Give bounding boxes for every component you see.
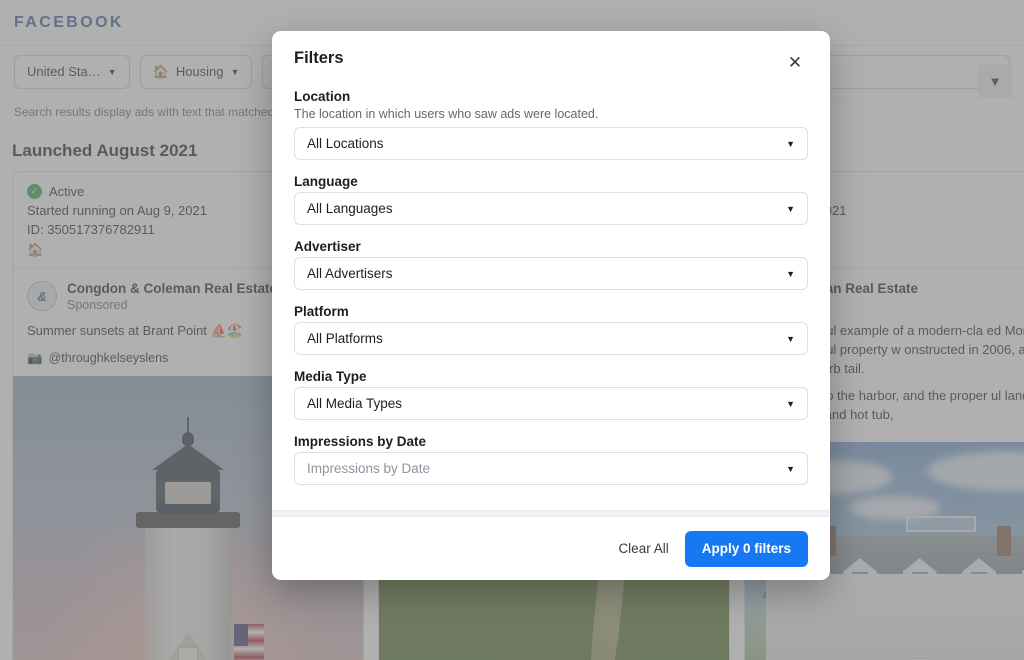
modal-body: Location The location in which users who…: [272, 79, 830, 510]
chevron-down-icon: ▼: [786, 464, 795, 474]
chevron-down-icon: ▼: [108, 67, 117, 77]
modal-footer: Clear All Apply 0 filters: [272, 517, 830, 580]
clear-all-button[interactable]: Clear All: [618, 541, 668, 556]
country-filter-chip[interactable]: United Sta… ▼: [14, 55, 130, 89]
apply-filters-button[interactable]: Apply 0 filters: [685, 531, 808, 567]
advertiser-name[interactable]: Congdon & Coleman Real Estate: [67, 281, 277, 298]
close-icon[interactable]: ✕: [782, 49, 808, 75]
filter-field-impressions-by-date: Impressions by Date Impressions by Date …: [294, 434, 808, 485]
avatar: &: [27, 281, 57, 311]
filter-field-location: Location The location in which users who…: [294, 89, 808, 160]
chevron-down-icon: ▼: [786, 139, 795, 149]
field-label: Location: [294, 89, 808, 104]
check-circle-icon: ✓: [27, 184, 42, 199]
field-help-text: The location in which users who saw ads …: [294, 107, 808, 121]
select-value: Impressions by Date: [307, 461, 430, 476]
select-value: All Locations: [307, 136, 384, 151]
field-label: Platform: [294, 304, 808, 319]
field-label: Media Type: [294, 369, 808, 384]
filter-field-media-type: Media Type All Media Types ▼: [294, 369, 808, 420]
location-select[interactable]: All Locations ▼: [294, 127, 808, 160]
chevron-down-icon: ▼: [786, 399, 795, 409]
modal-header: Filters ✕: [272, 31, 830, 79]
filters-modal: Filters ✕ Location The location in which…: [272, 31, 830, 580]
filter-field-advertiser: Advertiser All Advertisers ▼: [294, 239, 808, 290]
field-label: Advertiser: [294, 239, 808, 254]
chevron-down-icon: ▼: [786, 269, 795, 279]
sponsored-label: Sponsored: [67, 298, 277, 312]
platform-select[interactable]: All Platforms ▼: [294, 322, 808, 355]
category-chip-label: Housing: [176, 64, 224, 79]
house-icon: 🏠: [153, 65, 169, 78]
filter-toggle-button[interactable]: ▼: [978, 64, 1012, 98]
field-label: Language: [294, 174, 808, 189]
facebook-logo: FACEBOOK: [14, 14, 124, 32]
category-filter-chip[interactable]: 🏠 Housing ▼: [140, 55, 253, 89]
chevron-down-icon: ▼: [231, 67, 240, 77]
ad-handle-text: @throughkelseyslens: [49, 351, 169, 365]
status-label: Active: [49, 184, 84, 199]
chevron-down-icon: ▼: [786, 334, 795, 344]
select-value: All Platforms: [307, 331, 383, 346]
impressions-by-date-select[interactable]: Impressions by Date ▼: [294, 452, 808, 485]
filter-field-language: Language All Languages ▼: [294, 174, 808, 225]
country-chip-label: United Sta…: [27, 64, 101, 79]
divider: [272, 510, 830, 517]
advertiser-select[interactable]: All Advertisers ▼: [294, 257, 808, 290]
camera-icon: 📷: [27, 351, 43, 366]
app-root: FACEBOOK United Sta… ▼ 🏠 Housing ▼ Searc…: [0, 0, 1024, 660]
modal-title: Filters: [294, 49, 344, 68]
ad-body-line: tail.: [844, 361, 864, 376]
funnel-icon: ▼: [989, 74, 1002, 89]
field-label: Impressions by Date: [294, 434, 808, 449]
chevron-down-icon: ▼: [786, 204, 795, 214]
select-value: All Media Types: [307, 396, 402, 411]
filter-field-platform: Platform All Platforms ▼: [294, 304, 808, 355]
select-value: All Languages: [307, 201, 393, 216]
media-type-select[interactable]: All Media Types ▼: [294, 387, 808, 420]
language-select[interactable]: All Languages ▼: [294, 192, 808, 225]
select-value: All Advertisers: [307, 266, 393, 281]
